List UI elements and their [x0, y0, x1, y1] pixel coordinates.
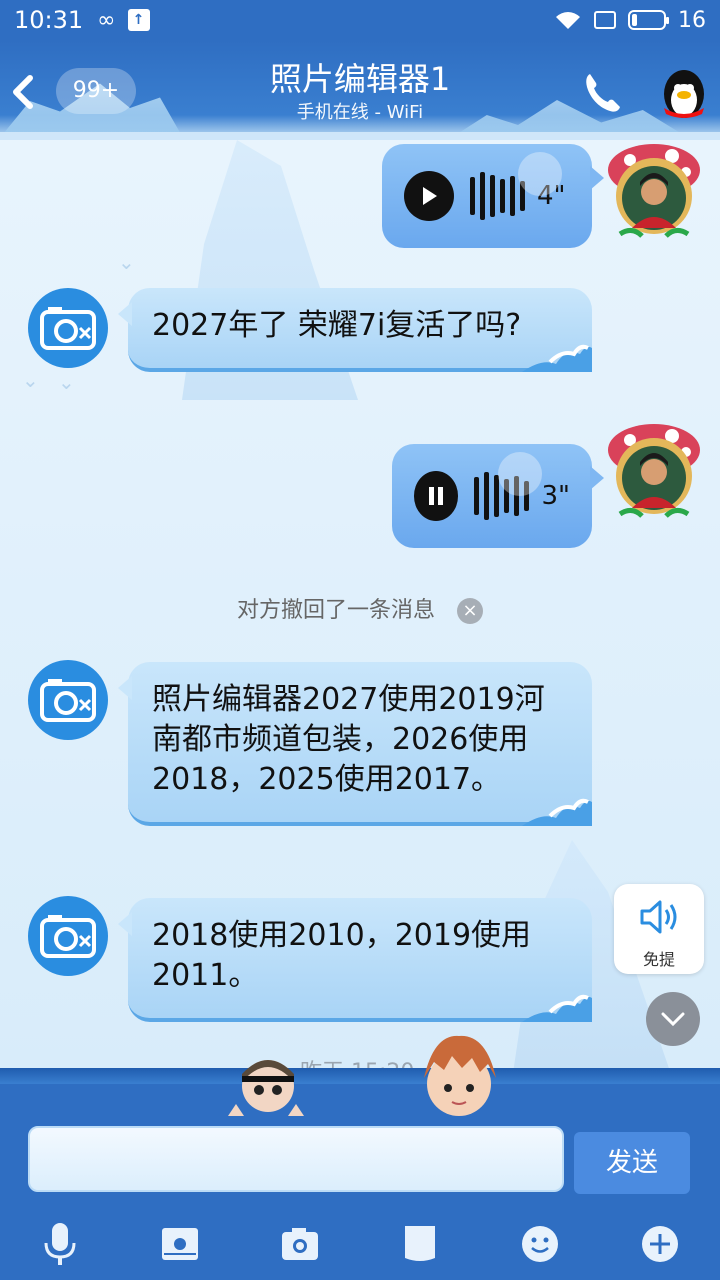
- recall-notice: 对方撤回了一条消息 ×: [0, 592, 720, 624]
- chat-header: 99+ 照片编辑器1 手机在线 - WiFi: [0, 40, 720, 140]
- waveform-icon: [470, 172, 525, 220]
- chevron-down-icon: [661, 1012, 685, 1027]
- infinity-icon: ∞: [97, 7, 116, 33]
- contact-avatar[interactable]: [28, 660, 108, 740]
- bird-decoration: ⌄: [58, 370, 75, 394]
- contact-status: 手机在线 - WiFi: [296, 102, 424, 123]
- input-toolbar: [0, 1208, 720, 1280]
- voice-duration: 3": [541, 481, 570, 511]
- folder-icon: [405, 1226, 435, 1261]
- composer-panel: 发送: [0, 1035, 720, 1280]
- close-icon[interactable]: ×: [457, 598, 483, 624]
- my-avatar[interactable]: [602, 420, 706, 524]
- send-button[interactable]: 发送: [574, 1132, 690, 1194]
- contact-profile-avatar[interactable]: [656, 62, 712, 122]
- wave-decoration: [522, 344, 592, 372]
- speaker-label: 免提: [642, 950, 675, 969]
- emoji-icon: [522, 1226, 558, 1262]
- message-text: 2018使用2010，2019使用2011。: [152, 918, 532, 993]
- speaker-icon: [640, 900, 677, 934]
- chat-title-block[interactable]: 照片编辑器1 手机在线 - WiFi: [160, 58, 560, 126]
- emoji-button[interactable]: [518, 1222, 562, 1266]
- upload-icon: ↑: [127, 9, 150, 31]
- message-bubble[interactable]: 照片编辑器2027使用2019河南都市频道包装，2026使用2018，2025使…: [118, 662, 592, 826]
- battery-icon: [628, 10, 669, 30]
- wave-decoration: [522, 798, 592, 826]
- voice-message-bubble[interactable]: 4": [382, 144, 604, 248]
- microphone-icon: [44, 1223, 76, 1265]
- plus-icon: [642, 1226, 678, 1262]
- message-input[interactable]: [28, 1126, 564, 1192]
- camera-icon: [282, 1228, 318, 1260]
- message-text: 2027年了 荣耀7i复活了吗?: [152, 308, 522, 343]
- wifi-icon: [556, 12, 580, 29]
- image-icon: [162, 1228, 198, 1260]
- page-title: 照片编辑器1: [269, 60, 451, 98]
- cartoon-kid-decoration: [228, 1060, 304, 1116]
- gallery-button[interactable]: [158, 1222, 202, 1266]
- message-text: 照片编辑器2027使用2019河南都市频道包装，2026使用2018，2025使…: [152, 682, 545, 797]
- message-bubble[interactable]: 2027年了 荣耀7i复活了吗?: [118, 288, 592, 372]
- camera-button[interactable]: [278, 1222, 322, 1266]
- chevron-left-icon: [13, 75, 33, 109]
- pause-icon[interactable]: [414, 471, 459, 521]
- back-button[interactable]: [8, 72, 42, 112]
- phone-icon[interactable]: [582, 70, 622, 114]
- recall-notice-text: 对方撤回了一条消息: [236, 598, 435, 623]
- unread-badge[interactable]: 99+: [56, 68, 136, 114]
- file-button[interactable]: [398, 1222, 442, 1266]
- voice-input-button[interactable]: [38, 1222, 82, 1266]
- camera-app-icon: [40, 679, 96, 722]
- contact-avatar[interactable]: [28, 288, 108, 368]
- message-list[interactable]: ⌄ ⌄ ⌄ 4" 2027年了 荣耀7i复活了吗? 3" 对方撤回了一条消息 ×…: [0, 140, 720, 1080]
- cartoon-kid-decoration: [424, 1035, 496, 1116]
- wave-decoration: [522, 994, 592, 1022]
- contact-avatar[interactable]: [28, 896, 108, 976]
- bird-decoration: ⌄: [22, 368, 39, 392]
- my-avatar[interactable]: [602, 140, 706, 244]
- voice-message-bubble[interactable]: 3": [392, 444, 604, 548]
- camera-app-icon: [40, 915, 96, 958]
- scroll-down-button[interactable]: [646, 992, 700, 1046]
- status-bar: 10:31 ∞ ↑ 16: [0, 0, 720, 40]
- status-time: 10:31: [14, 6, 84, 34]
- camera-app-icon: [40, 307, 96, 350]
- more-button[interactable]: [638, 1222, 682, 1266]
- battery-level: 16: [678, 7, 706, 33]
- bird-decoration: ⌄: [118, 250, 135, 274]
- screen-icon: [594, 11, 616, 29]
- play-icon[interactable]: [404, 171, 454, 221]
- speaker-button[interactable]: 免提: [614, 884, 704, 974]
- message-bubble[interactable]: 2018使用2010，2019使用2011。: [118, 898, 592, 1022]
